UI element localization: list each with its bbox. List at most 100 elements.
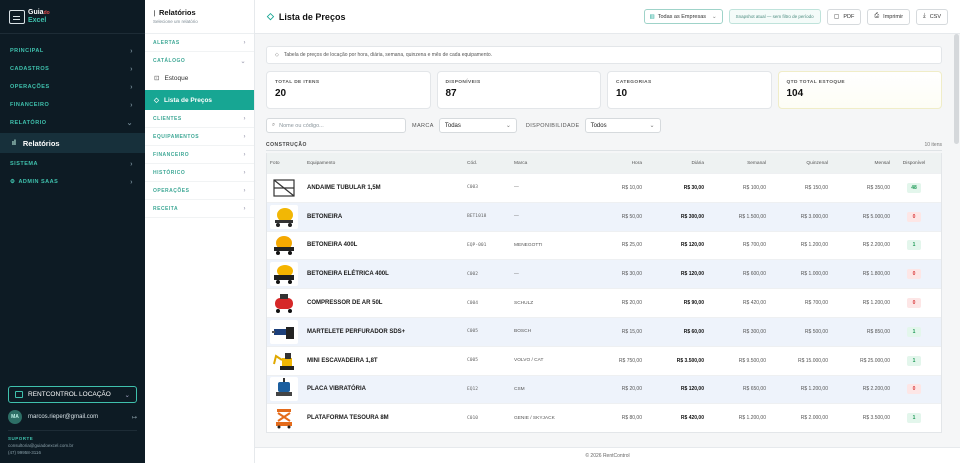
submenu-group-equipamentos[interactable]: EQUIPAMENTOS › xyxy=(145,128,254,146)
equipment-photo[interactable] xyxy=(270,175,298,200)
print-label: Imprimir xyxy=(883,13,904,20)
price-hora: R$ 25,00 xyxy=(621,242,642,249)
price-quinzenal: R$ 700,00 xyxy=(804,300,828,307)
tenant-name: RENTCONTROL LOCAÇÃO xyxy=(28,391,111,398)
submenu-group-financeiro[interactable]: FINANCEIRO › xyxy=(145,146,254,164)
equipment-photo[interactable] xyxy=(270,233,298,258)
nav-cadastros[interactable]: CADASTROS › xyxy=(0,60,145,78)
submenu-link-estoque[interactable]: ⊡ Estoque xyxy=(145,70,254,86)
section-count: 10 itens xyxy=(924,142,942,148)
marca-select[interactable]: Todas ⌄ xyxy=(438,118,517,133)
table-row[interactable]: MINI ESCAVADEIRA 1,8T C005 VOLVO / CAT R$ 7… xyxy=(267,345,941,375)
nav-sistema[interactable]: SISTEMA › xyxy=(0,155,145,173)
availability-badge: 0 xyxy=(907,298,921,309)
availability-cell: 0 xyxy=(892,269,936,280)
logo-top: Guia xyxy=(28,9,44,16)
table-row[interactable]: PLACA VIBRATÓRIA EQ12 CSM R$ 20,00 R$ 120,00… xyxy=(267,374,941,404)
user-info: MA marcos.rieper@gmail.com ↦ xyxy=(8,409,137,425)
chevron-right-icon: › xyxy=(243,39,246,46)
price-quinzenal: R$ 1.000,00 xyxy=(800,271,828,278)
nav-admin-saas[interactable]: ADMIN SAAS › xyxy=(0,173,145,191)
table-row[interactable]: COMPRESSOR DE AR 50L C004 SCHULZ R$ 20,00 R$… xyxy=(267,288,941,317)
price-semanal: R$ 1.500,00 xyxy=(738,213,766,220)
tag-icon: ◇ xyxy=(154,97,159,104)
submenu-group-receita[interactable]: RECEITA › xyxy=(145,200,254,218)
equipment-photo[interactable] xyxy=(270,319,298,344)
app: Guiado Excel PRINCIPAL › CADASTROS › OPERA… xyxy=(0,0,960,463)
col-diaria: Diária xyxy=(691,160,704,166)
equipment-brand: GENIE / SKYJACK xyxy=(514,415,555,421)
file-icon: ▢ xyxy=(833,14,840,20)
logo[interactable]: Guiado Excel xyxy=(0,0,145,34)
company-select[interactable]: ▥ Todas as Empresas ⌄ xyxy=(643,9,723,24)
availability-cell: 1 xyxy=(892,413,936,424)
price-mensal: R$ 2.200,00 xyxy=(862,386,890,393)
availability-cell: 0 xyxy=(892,211,936,222)
scrollbar[interactable] xyxy=(954,34,959,144)
submenu-group-catalogo[interactable]: CATÁLOGO ⌄ xyxy=(145,52,254,70)
price-table: Foto Equipamento Cód. Marca Hora Diária … xyxy=(266,153,942,434)
photo-cell xyxy=(267,319,305,344)
table-row[interactable]: BETONEIRA ELÉTRICA 400L C002 — R$ 30,00 R$ 1… xyxy=(267,259,941,289)
card-qtd-estoque: QTD TOTAL ESTOQUE 104 xyxy=(777,71,942,109)
equipment-photo[interactable] xyxy=(270,348,298,373)
equipment-photo[interactable] xyxy=(270,406,298,431)
nav-relatorio[interactable]: RELATÓRIO ⌄ xyxy=(0,114,145,132)
disponibilidade-select[interactable]: Todos ⌄ xyxy=(584,118,661,133)
price-quinzenal: R$ 150,00 xyxy=(804,184,828,191)
download-icon: ⤓ xyxy=(923,13,926,19)
price-semanal: R$ 300,00 xyxy=(742,328,766,335)
search-input[interactable]: ⌕ Nome ou código... xyxy=(266,118,406,133)
equipment-code: C005 xyxy=(467,358,479,364)
submenu-group-operacoes[interactable]: OPERAÇÕES › xyxy=(145,182,254,200)
price-mensal: R$ 25.000,00 xyxy=(859,357,890,364)
equipment-photo[interactable] xyxy=(270,204,298,229)
page-title: ◇ Lista de Preços xyxy=(267,11,345,22)
pdf-button[interactable]: ▢ PDF xyxy=(826,8,862,25)
print-button[interactable]: ⎙ Imprimir xyxy=(867,8,911,25)
equipment-code: EQP-001 xyxy=(467,242,487,248)
table-row[interactable]: MARTELETE PERFURADOR SDS+ C005 BOSCH R$ 15,… xyxy=(267,316,941,346)
avatar[interactable]: MA xyxy=(8,410,22,424)
nav-operacoes[interactable]: OPERAÇÕES › xyxy=(0,78,145,96)
table-row[interactable]: PLATAFORMA TESOURA 8M C010 GENIE / SKYJACK… xyxy=(267,403,941,432)
nav-financeiro[interactable]: FINANCEIRO › xyxy=(0,96,145,114)
tenant-selector[interactable]: RENTCONTROL LOCAÇÃO ⌄ xyxy=(8,386,137,403)
table-row[interactable]: ANDAIME TUBULAR 1,5M C003 — R$ 10,00 R$ 30,0… xyxy=(267,173,941,202)
col-semanal: Semanal xyxy=(747,160,766,166)
support-email[interactable]: consultoria@guiadoexcel.com.br xyxy=(8,442,137,449)
chevron-down-icon: ⌄ xyxy=(240,58,246,65)
nav-relatorios-active[interactable]: ıl Relatórios xyxy=(0,133,145,153)
table-row[interactable]: BETONEIRA 400L EQP-001 MENEGOTTI R$ 25,00 R$… xyxy=(267,230,941,260)
equipment-name: BETONEIRA xyxy=(307,213,343,220)
csv-label: CSV xyxy=(929,13,941,20)
price-quinzenal: R$ 3.000,00 xyxy=(800,213,828,220)
tag-icon: ◇ xyxy=(267,11,274,21)
chevron-right-icon: › xyxy=(243,151,246,158)
nav-principal[interactable]: PRINCIPAL › xyxy=(0,42,145,60)
equipment-photo[interactable] xyxy=(270,377,298,402)
chevron-right-icon: › xyxy=(243,133,246,140)
logout-icon[interactable]: ↦ xyxy=(132,414,137,421)
equipment-name: BETONEIRA ELÉTRICA 400L xyxy=(307,271,389,278)
equipment-brand: VOLVO / CAT xyxy=(514,358,544,364)
photo-cell xyxy=(267,233,305,258)
nav-label: PRINCIPAL xyxy=(10,48,44,54)
submenu-group-alertas[interactable]: ALERTAS › xyxy=(145,34,254,52)
price-diaria: R$ 3.500,00 xyxy=(676,357,704,364)
photo-cell xyxy=(267,175,305,200)
equipment-photo[interactable] xyxy=(270,262,298,287)
submenu-link-lista-precos[interactable]: ◇ Lista de Preços xyxy=(145,90,254,110)
table-row[interactable]: BETONEIRA BET1018 — R$ 50,00 R$ 300,00 R$ 1.5… xyxy=(267,201,941,231)
csv-button[interactable]: ⤓ CSV xyxy=(916,8,948,25)
submenu-group-clientes[interactable]: CLIENTES › xyxy=(145,110,254,128)
equipment-brand: BOSCH xyxy=(514,329,532,335)
price-mensal: R$ 2.200,00 xyxy=(862,242,890,249)
availability-badge: 1 xyxy=(907,355,921,366)
nav-label: ADMIN SAAS xyxy=(10,179,58,185)
equipment-photo[interactable] xyxy=(270,291,298,316)
summary-cards: TOTAL DE ITENS 20 DISPONÍVEIS 87 CATEGORIA… xyxy=(266,71,942,109)
submenu-group-historico[interactable]: HISTÓRICO › xyxy=(145,164,254,182)
availability-cell: 48 xyxy=(892,182,936,193)
group-label: FINANCEIRO xyxy=(153,151,190,158)
